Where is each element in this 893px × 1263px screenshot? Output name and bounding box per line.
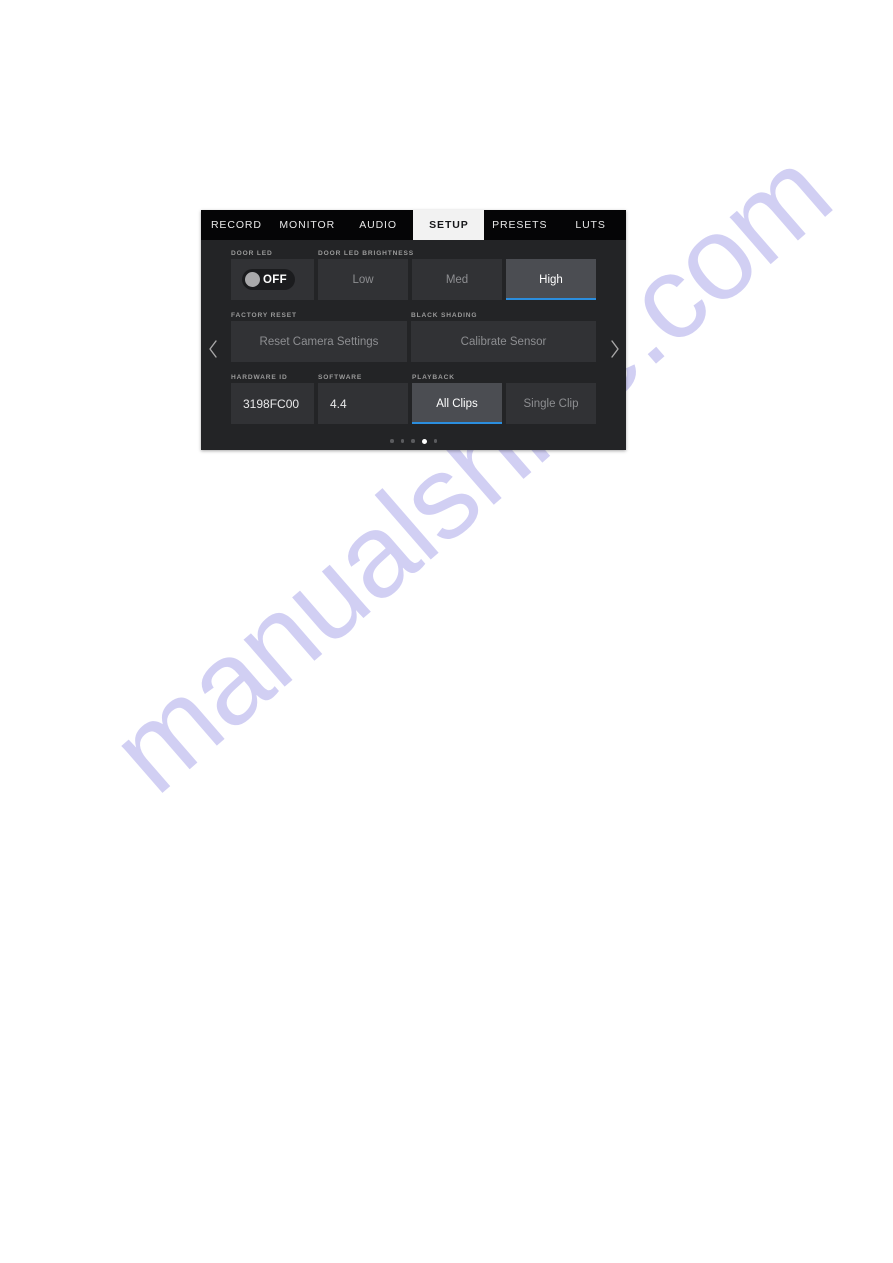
hardware-id-label: HARDWARE ID	[231, 374, 288, 381]
settings-grid: DOOR LED OFF DOOR LED BRIGHTNESS Low Med…	[231, 240, 596, 424]
door-led-state: OFF	[263, 273, 287, 286]
door-led-brightness-group: DOOR LED BRIGHTNESS Low Med High	[318, 250, 596, 300]
tab-monitor[interactable]: MONITOR	[271, 210, 343, 240]
tab-bar: RECORD MONITOR AUDIO SETUP PRESETS LUTS	[201, 210, 626, 240]
brightness-option-high[interactable]: High	[506, 259, 596, 300]
software-version-value: 4.4	[318, 383, 408, 424]
door-led-toggle[interactable]: OFF	[231, 259, 314, 300]
tab-presets[interactable]: PRESETS	[484, 210, 556, 240]
door-led-switch[interactable]: OFF	[242, 269, 295, 290]
page-dot-1[interactable]	[390, 439, 394, 443]
row-door-led: DOOR LED OFF DOOR LED BRIGHTNESS Low Med…	[231, 240, 596, 300]
reset-camera-settings-button[interactable]: Reset Camera Settings	[231, 321, 407, 362]
tab-record[interactable]: RECORD	[201, 210, 272, 240]
page-dot-4[interactable]	[421, 439, 427, 444]
hardware-id-value: 3198FC00	[231, 383, 314, 424]
tab-luts[interactable]: LUTS	[555, 210, 626, 240]
switch-knob-icon	[245, 272, 260, 287]
hardware-id-group: HARDWARE ID 3198FC00	[231, 374, 314, 424]
playback-group: PLAYBACK All Clips Single Clip	[412, 374, 596, 424]
tab-setup[interactable]: SETUP	[413, 210, 485, 240]
page-dot-5[interactable]	[433, 439, 437, 443]
playback-option-all-clips[interactable]: All Clips	[412, 383, 502, 424]
setup-page-body: DOOR LED OFF DOOR LED BRIGHTNESS Low Med…	[201, 240, 626, 450]
page-dot-2[interactable]	[400, 439, 404, 443]
brightness-option-low[interactable]: Low	[318, 259, 408, 300]
camera-settings-panel: RECORD MONITOR AUDIO SETUP PRESETS LUTS …	[201, 210, 626, 450]
playback-option-single-clip[interactable]: Single Clip	[506, 383, 596, 424]
door-led-group: DOOR LED OFF	[231, 250, 314, 300]
page-indicator	[201, 439, 626, 444]
door-led-label: DOOR LED	[231, 250, 273, 257]
factory-reset-label: FACTORY RESET	[231, 312, 297, 319]
tab-audio[interactable]: AUDIO	[342, 210, 414, 240]
black-shading-group: BLACK SHADING Calibrate Sensor	[411, 312, 596, 362]
chevron-right-icon[interactable]	[606, 336, 622, 362]
brightness-option-med[interactable]: Med	[412, 259, 502, 300]
calibrate-sensor-button[interactable]: Calibrate Sensor	[411, 321, 596, 362]
software-label: SOFTWARE	[318, 374, 363, 381]
black-shading-label: BLACK SHADING	[411, 312, 478, 319]
chevron-left-icon[interactable]	[205, 336, 221, 362]
row-reset-shading: FACTORY RESET Reset Camera Settings BLAC…	[231, 300, 596, 362]
page-dot-3[interactable]	[411, 439, 415, 443]
door-led-brightness-label: DOOR LED BRIGHTNESS	[318, 250, 415, 257]
software-group: SOFTWARE 4.4	[318, 374, 408, 424]
playback-label: PLAYBACK	[412, 374, 455, 381]
factory-reset-group: FACTORY RESET Reset Camera Settings	[231, 312, 407, 362]
row-info-playback: HARDWARE ID 3198FC00 SOFTWARE 4.4 PLAYBA…	[231, 362, 596, 424]
page-watermark: manualshive.com	[0, 0, 893, 1263]
